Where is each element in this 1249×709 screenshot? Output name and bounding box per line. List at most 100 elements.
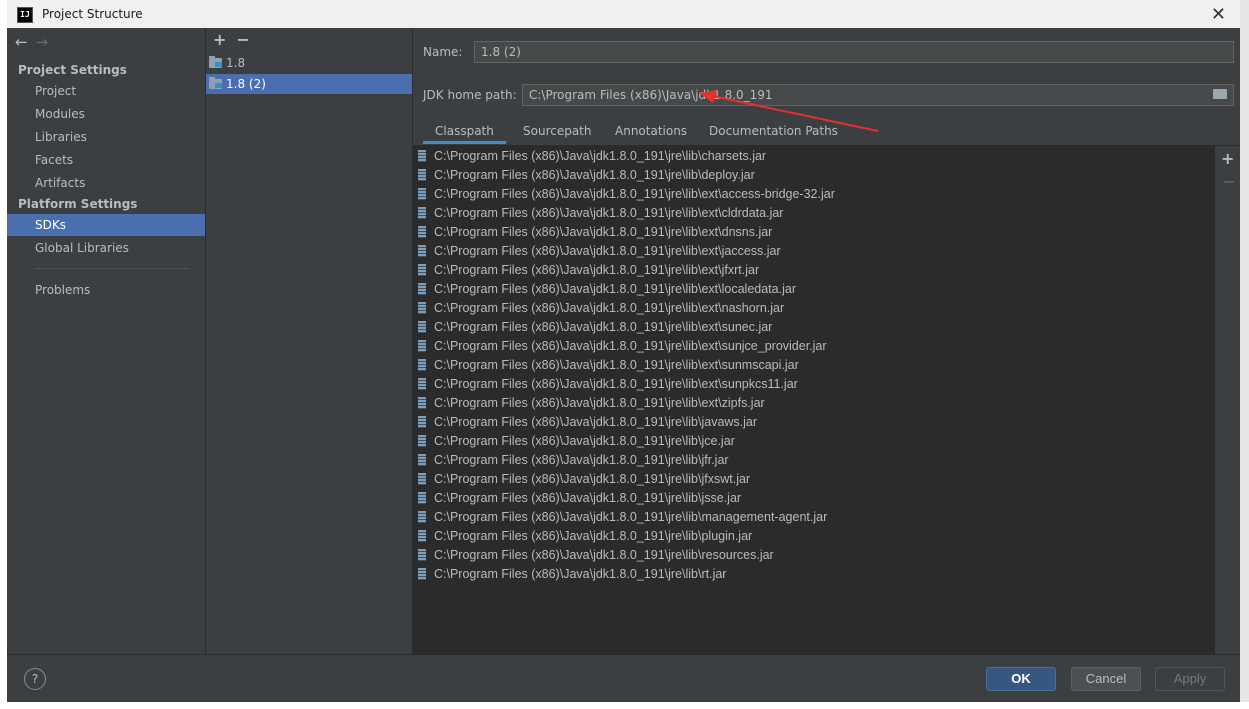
classpath-row[interactable]: C:\Program Files (x86)\Java\jdk1.8.0_191…	[413, 185, 835, 204]
jar-icon	[418, 226, 426, 238]
tab-annotations[interactable]: Annotations	[603, 120, 699, 144]
browse-folder-icon[interactable]	[1213, 89, 1227, 99]
sdk-list-toolbar: + −	[213, 30, 260, 49]
classpath-path: C:\Program Files (x86)\Java\jdk1.8.0_191…	[434, 282, 796, 296]
classpath-row[interactable]: C:\Program Files (x86)\Java\jdk1.8.0_191…	[413, 432, 735, 451]
help-icon[interactable]: ?	[24, 668, 46, 690]
classpath-path: C:\Program Files (x86)\Java\jdk1.8.0_191…	[434, 434, 735, 448]
classpath-path: C:\Program Files (x86)\Java\jdk1.8.0_191…	[434, 168, 755, 182]
remove-path-icon[interactable]: −	[1222, 172, 1235, 191]
classpath-path: C:\Program Files (x86)\Java\jdk1.8.0_191…	[434, 567, 727, 581]
project-settings-header: Project Settings	[18, 63, 127, 77]
classpath-row[interactable]: C:\Program Files (x86)\Java\jdk1.8.0_191…	[413, 546, 774, 565]
jar-icon	[418, 568, 426, 580]
jdk-home-field[interactable]: C:\Program Files (x86)\Java\jdk1.8.0_191	[522, 84, 1234, 106]
classpath-path: C:\Program Files (x86)\Java\jdk1.8.0_191…	[434, 358, 799, 372]
add-sdk-icon[interactable]: +	[213, 30, 226, 49]
ok-button[interactable]: OK	[986, 667, 1056, 691]
tab-sourcepath[interactable]: Sourcepath	[511, 120, 604, 144]
nav-item-project[interactable]: Project	[7, 80, 205, 102]
jar-icon	[418, 359, 426, 371]
apply-button[interactable]: Apply	[1155, 667, 1225, 691]
jdk-folder-icon	[209, 77, 222, 89]
forward-arrow-icon[interactable]: →	[36, 33, 49, 51]
jar-icon	[418, 302, 426, 314]
classpath-row[interactable]: C:\Program Files (x86)\Java\jdk1.8.0_191…	[413, 242, 781, 261]
classpath-row[interactable]: C:\Program Files (x86)\Java\jdk1.8.0_191…	[413, 508, 827, 527]
classpath-row[interactable]: C:\Program Files (x86)\Java\jdk1.8.0_191…	[413, 204, 783, 223]
jar-icon	[418, 378, 426, 390]
nav-item-global-libraries[interactable]: Global Libraries	[7, 237, 205, 259]
nav-item-artifacts[interactable]: Artifacts	[7, 172, 205, 194]
sdk-item[interactable]: 1.8	[206, 53, 412, 73]
classpath-row[interactable]: C:\Program Files (x86)\Java\jdk1.8.0_191…	[413, 299, 784, 318]
classpath-row[interactable]: C:\Program Files (x86)\Java\jdk1.8.0_191…	[413, 337, 827, 356]
jar-icon	[418, 245, 426, 257]
classpath-path: C:\Program Files (x86)\Java\jdk1.8.0_191…	[434, 415, 758, 429]
jar-icon	[418, 283, 426, 295]
jdk-folder-icon	[209, 56, 222, 68]
classpath-row[interactable]: C:\Program Files (x86)\Java\jdk1.8.0_191…	[413, 565, 726, 584]
jar-icon	[418, 530, 426, 542]
nav-item-problems[interactable]: Problems	[7, 279, 205, 301]
jar-icon	[418, 264, 426, 276]
intellij-logo-icon: IJ	[17, 7, 33, 23]
remove-sdk-icon[interactable]: −	[236, 30, 249, 49]
classpath-row[interactable]: C:\Program Files (x86)\Java\jdk1.8.0_191…	[413, 147, 766, 166]
classpath-row[interactable]: C:\Program Files (x86)\Java\jdk1.8.0_191…	[413, 223, 772, 242]
sdk-item-label: 1.8 (2)	[226, 77, 266, 91]
nav-arrows: ← →	[15, 33, 56, 51]
tab-classpath[interactable]: Classpath	[423, 120, 506, 144]
classpath-path: C:\Program Files (x86)\Java\jdk1.8.0_191…	[434, 206, 784, 220]
classpath-path: C:\Program Files (x86)\Java\jdk1.8.0_191…	[434, 339, 827, 353]
name-field[interactable]: 1.8 (2)	[474, 41, 1234, 63]
classpath-path: C:\Program Files (x86)\Java\jdk1.8.0_191…	[434, 472, 751, 486]
jdk-home-label: JDK home path:	[423, 88, 517, 102]
close-icon[interactable]: ✕	[1211, 4, 1226, 25]
nav-item-libraries[interactable]: Libraries	[7, 126, 205, 148]
settings-navigation: ← → Project Settings Project Modules Libr…	[7, 28, 206, 654]
jar-icon	[418, 511, 426, 523]
jar-icon	[418, 321, 426, 333]
classpath-row[interactable]: C:\Program Files (x86)\Java\jdk1.8.0_191…	[413, 489, 741, 508]
classpath-row[interactable]: C:\Program Files (x86)\Java\jdk1.8.0_191…	[413, 261, 759, 280]
cancel-button[interactable]: Cancel	[1071, 667, 1141, 691]
classpath-row[interactable]: C:\Program Files (x86)\Java\jdk1.8.0_191…	[413, 318, 772, 337]
jar-icon	[418, 340, 426, 352]
classpath-row[interactable]: C:\Program Files (x86)\Java\jdk1.8.0_191…	[413, 356, 799, 375]
classpath-row[interactable]: C:\Program Files (x86)\Java\jdk1.8.0_191…	[413, 280, 796, 299]
nav-item-modules[interactable]: Modules	[7, 103, 205, 125]
jar-icon	[418, 416, 426, 428]
classpath-row[interactable]: C:\Program Files (x86)\Java\jdk1.8.0_191…	[413, 451, 729, 470]
classpath-path: C:\Program Files (x86)\Java\jdk1.8.0_191…	[434, 149, 767, 163]
classpath-row[interactable]: C:\Program Files (x86)\Java\jdk1.8.0_191…	[413, 394, 765, 413]
classpath-path: C:\Program Files (x86)\Java\jdk1.8.0_191…	[434, 301, 785, 315]
classpath-row[interactable]: C:\Program Files (x86)\Java\jdk1.8.0_191…	[413, 470, 750, 489]
classpath-row[interactable]: C:\Program Files (x86)\Java\jdk1.8.0_191…	[413, 375, 798, 394]
jar-icon	[418, 549, 426, 561]
classpath-row[interactable]: C:\Program Files (x86)\Java\jdk1.8.0_191…	[413, 166, 755, 185]
nav-item-sdks[interactable]: SDKs	[7, 214, 205, 236]
classpath-row[interactable]: C:\Program Files (x86)\Java\jdk1.8.0_191…	[413, 527, 752, 546]
tab-documentation-paths[interactable]: Documentation Paths	[697, 120, 850, 144]
platform-settings-header: Platform Settings	[18, 197, 138, 211]
jar-icon	[418, 188, 426, 200]
jar-icon	[418, 207, 426, 219]
add-path-icon[interactable]: +	[1221, 149, 1234, 168]
jar-icon	[418, 492, 426, 504]
sdk-item-selected[interactable]: 1.8 (2)	[206, 74, 412, 94]
dialog-footer: ? OK Cancel Apply	[7, 654, 1240, 703]
title-bar: IJ Project Structure ✕	[7, 0, 1240, 28]
classpath-path: C:\Program Files (x86)\Java\jdk1.8.0_191…	[434, 510, 828, 524]
classpath-path: C:\Program Files (x86)\Java\jdk1.8.0_191…	[434, 187, 835, 201]
classpath-row[interactable]: C:\Program Files (x86)\Java\jdk1.8.0_191…	[413, 413, 757, 432]
nav-item-facets[interactable]: Facets	[7, 149, 205, 171]
classpath-path: C:\Program Files (x86)\Java\jdk1.8.0_191…	[434, 225, 773, 239]
back-arrow-icon[interactable]: ←	[15, 33, 28, 51]
classpath-path: C:\Program Files (x86)\Java\jdk1.8.0_191…	[434, 377, 798, 391]
nav-divider	[35, 268, 190, 269]
classpath-path: C:\Program Files (x86)\Java\jdk1.8.0_191…	[434, 396, 765, 410]
jar-icon	[418, 454, 426, 466]
window-title: Project Structure	[42, 7, 143, 21]
classpath-list: C:\Program Files (x86)\Java\jdk1.8.0_191…	[413, 146, 1215, 654]
